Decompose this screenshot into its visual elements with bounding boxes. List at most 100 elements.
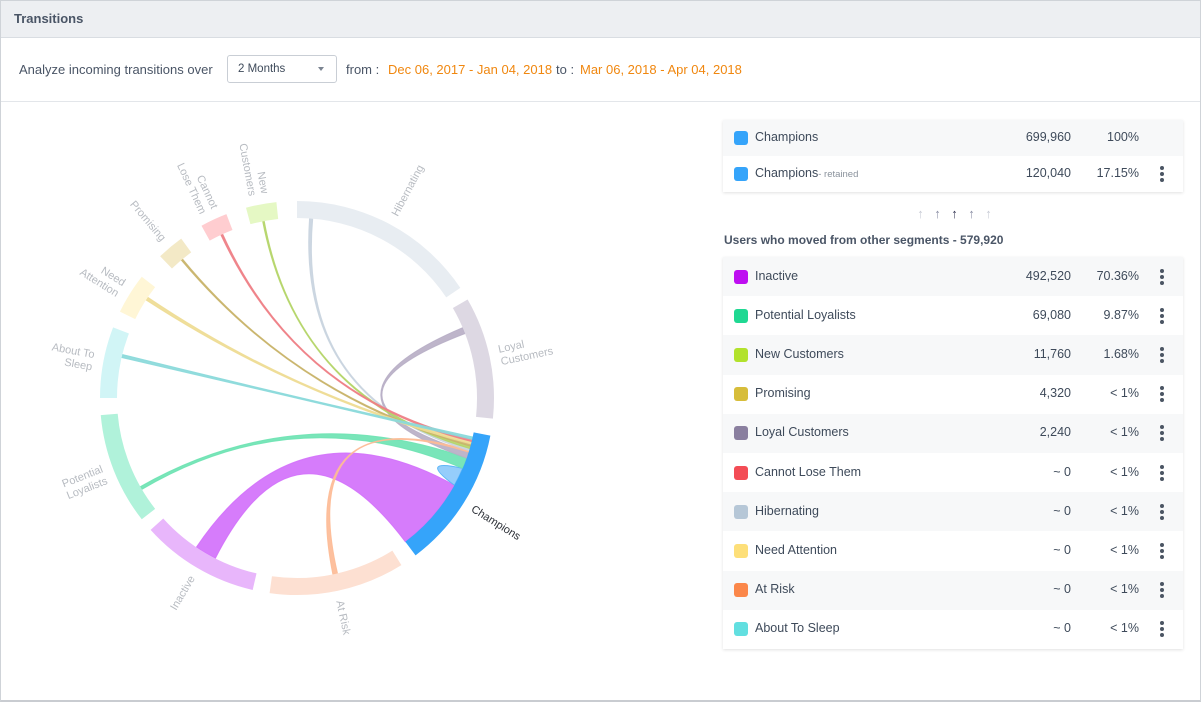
segment-name: At Risk	[755, 582, 795, 597]
arc-need-attention[interactable]	[119, 276, 156, 320]
more-options-icon[interactable]	[1157, 581, 1167, 599]
ribbon-promising[interactable]	[180, 258, 472, 447]
segment-row[interactable]: Loyal Customers 2,240 < 1%	[723, 413, 1183, 453]
card-title: Transitions	[14, 11, 84, 26]
color-swatch	[734, 167, 748, 181]
segment-name: Cannot Lose Them	[755, 464, 862, 479]
segment-count: 2,240	[1039, 425, 1071, 440]
color-swatch	[734, 308, 748, 323]
color-swatch	[734, 465, 748, 480]
more-options-icon[interactable]	[1157, 620, 1167, 638]
color-swatch	[734, 504, 748, 519]
segment-percent: 17.15%	[1096, 166, 1139, 180]
up-arrow-icon: ↑	[968, 206, 975, 221]
up-arrow-icon: ↑	[951, 206, 958, 221]
more-options-icon[interactable]	[1157, 165, 1167, 183]
color-swatch	[734, 269, 748, 284]
arc-label: Hibernating	[390, 163, 427, 218]
segment-row[interactable]: Need Attention ~ 0 < 1%	[723, 531, 1183, 570]
more-options-icon[interactable]	[1157, 385, 1167, 403]
segment-row[interactable]: Cannot Lose Them ~ 0 < 1%	[723, 453, 1183, 492]
arc-label: Promising	[127, 199, 168, 244]
moved-segments-title: Users who moved from other segments - 57…	[724, 233, 1004, 247]
ribbons-group	[121, 217, 474, 575]
segment-name: Hibernating	[755, 503, 819, 518]
segment-row[interactable]: Promising 4,320 < 1%	[723, 375, 1183, 414]
more-options-icon[interactable]	[1157, 307, 1167, 325]
arc-inactive[interactable]	[150, 518, 257, 590]
color-swatch	[734, 583, 748, 598]
segment-name: About To Sleep	[755, 621, 840, 636]
segment-name: Loyal Customers	[755, 425, 849, 440]
segment-count: 120,040	[1025, 166, 1071, 180]
segment-name: Inactive	[755, 268, 799, 283]
segment-count: 492,520	[1025, 268, 1071, 283]
color-swatch	[734, 387, 748, 402]
segment-percent: 70.36%	[1096, 268, 1139, 283]
card-header: Transitions	[1, 1, 1200, 38]
more-options-icon[interactable]	[1157, 503, 1167, 521]
segment-percent: < 1%	[1110, 621, 1139, 636]
flow-arrows: ↑ ↑ ↑ ↑ ↑	[912, 205, 997, 221]
analyze-label: Analyze incoming transitions over	[19, 62, 213, 77]
more-options-icon[interactable]	[1157, 346, 1167, 364]
segment-percent: < 1%	[1110, 542, 1139, 557]
arc-label: Inactive	[168, 574, 198, 613]
segment-percent: 9.87%	[1103, 307, 1139, 322]
up-arrow-icon: ↑	[917, 206, 924, 221]
segment-count: 4,320	[1039, 386, 1071, 401]
to-label: to :	[556, 62, 575, 77]
segment-row[interactable]: Inactive 492,520 70.36%	[723, 257, 1183, 297]
segment-row[interactable]: At Risk ~ 0 < 1%	[723, 570, 1183, 610]
segment-name: Promising	[755, 386, 811, 401]
segment-count: ~ 0	[1053, 542, 1071, 557]
arc-label: PotentialLoyalists	[60, 463, 109, 502]
moved-segments-panel: Inactive 492,520 70.36% Potential Loyalists…	[723, 257, 1183, 649]
color-swatch	[734, 622, 748, 637]
segment-percent: 100%	[1107, 130, 1139, 144]
segment-count: 11,760	[1033, 346, 1071, 361]
focus-row-retained[interactable]: Champions- retained 120,040 17.15%	[723, 156, 1183, 192]
segment-percent: 1.68%	[1103, 346, 1139, 361]
segment-percent: < 1%	[1110, 386, 1139, 401]
focus-row-total[interactable]: Champions 699,960 100%	[723, 120, 1183, 156]
to-date-range[interactable]: Mar 06, 2018 - Apr 04, 2018	[580, 62, 742, 77]
segment-count: ~ 0	[1053, 621, 1071, 636]
ribbon-about-to-sleep[interactable]	[121, 353, 474, 441]
arc-label: At Risk	[333, 599, 352, 636]
segment-row[interactable]: Potential Loyalists 69,080 9.87%	[723, 296, 1183, 335]
retained-sublabel: - retained	[818, 169, 859, 180]
arc-about-to-sleep[interactable]	[100, 327, 129, 398]
from-label: from :	[346, 62, 380, 77]
segment-percent: < 1%	[1110, 464, 1139, 479]
segment-count: 699,960	[1025, 130, 1071, 144]
chord-svg: Hibernating LoyalCustomers Champions At Ris…	[51, 140, 555, 636]
toolbar: Analyze incoming transitions over 2 Mont…	[1, 38, 1200, 102]
more-options-icon[interactable]	[1157, 542, 1167, 560]
period-select[interactable]: 2 Months	[227, 55, 337, 83]
arc-label: NewCustomers	[236, 140, 270, 197]
segment-row[interactable]: About To Sleep ~ 0 < 1%	[723, 610, 1183, 649]
segment-percent: < 1%	[1110, 503, 1139, 518]
color-swatch	[734, 131, 748, 145]
more-options-icon[interactable]	[1157, 464, 1167, 482]
arc-potential-loyalists[interactable]	[100, 413, 156, 520]
arc-cannot-lose-them[interactable]	[201, 214, 233, 241]
segment-count: ~ 0	[1053, 503, 1071, 518]
more-options-icon[interactable]	[1157, 268, 1167, 286]
segment-row[interactable]: New Customers 11,760 1.68%	[723, 335, 1183, 375]
arc-loyal-customers[interactable]	[452, 299, 494, 419]
segment-name: New Customers	[755, 346, 844, 361]
segment-row[interactable]: Hibernating ~ 0 < 1%	[723, 492, 1183, 532]
arc-label: LoyalCustomers	[497, 333, 555, 368]
period-select-value: 2 Months	[238, 63, 286, 75]
arc-hibernating[interactable]	[297, 201, 461, 298]
segment-percent: < 1%	[1110, 425, 1139, 440]
arc-new-customers[interactable]	[246, 202, 279, 225]
ribbon-need-attention[interactable]	[145, 296, 473, 445]
focus-segment-panel: Champions 699,960 100% Champions- retain…	[723, 120, 1183, 192]
segment-name: Champions- retained	[755, 166, 859, 180]
more-options-icon[interactable]	[1157, 424, 1167, 442]
from-date-range[interactable]: Dec 06, 2017 - Jan 04, 2018	[388, 62, 552, 77]
segment-name: Potential Loyalists	[755, 307, 856, 322]
